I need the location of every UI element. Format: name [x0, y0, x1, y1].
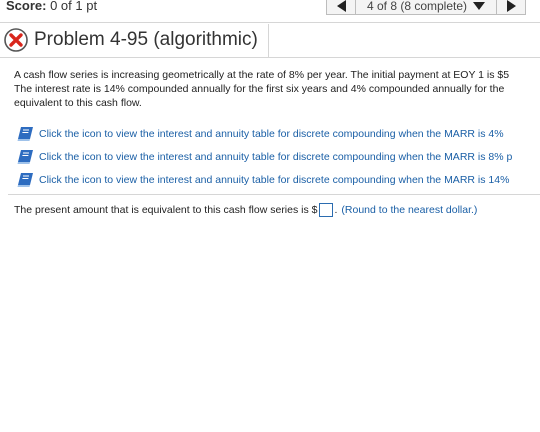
question-line: The interest rate is 14% compounded annu… — [14, 83, 505, 95]
title-divider — [0, 57, 540, 58]
incorrect-x-icon — [4, 28, 28, 52]
header-divider — [0, 22, 540, 23]
score-display: Score: 0 of 1 pt — [6, 0, 97, 13]
table-link-label[interactable]: Click the icon to view the interest and … — [39, 128, 504, 140]
table-link-marr-8[interactable]: Click the icon to view the interest and … — [16, 145, 512, 168]
answer-period: . — [334, 204, 338, 216]
book-icon[interactable] — [16, 126, 34, 142]
problem-title: Problem 4-95 (algorithmic) — [34, 29, 258, 50]
present-amount-input[interactable] — [318, 203, 333, 217]
top-bar: Score: 0 of 1 pt 4 of 8 (8 complete) — [0, 0, 540, 18]
dropdown-arrow-icon — [473, 1, 486, 10]
answer-prompt: The present amount that is equivalent to… — [14, 204, 318, 216]
book-icon[interactable] — [16, 149, 34, 165]
prev-arrow-icon — [336, 0, 346, 12]
question-navigator: 4 of 8 (8 complete) — [326, 0, 526, 17]
score-label: Score: — [6, 0, 47, 13]
answer-divider — [8, 194, 540, 195]
question-line: A cash flow series is increasing geometr… — [14, 69, 510, 81]
previous-question-button[interactable] — [326, 0, 356, 15]
question-line: equivalent to this cash flow. — [14, 97, 142, 109]
table-link-label[interactable]: Click the icon to view the interest and … — [39, 174, 509, 186]
table-link-label[interactable]: Click the icon to view the interest and … — [39, 151, 512, 163]
table-link-marr-14[interactable]: Click the icon to view the interest and … — [16, 168, 512, 191]
problem-title-row: Problem 4-95 (algorithmic) — [4, 24, 258, 56]
next-question-button[interactable] — [496, 0, 526, 15]
answer-row: The present amount that is equivalent to… — [14, 203, 477, 217]
rounding-hint: (Round to the nearest dollar.) — [341, 204, 478, 216]
title-separator — [268, 24, 269, 57]
score-value: 0 of 1 pt — [50, 0, 98, 13]
table-links: Click the icon to view the interest and … — [16, 122, 512, 191]
question-selector-dropdown[interactable]: 4 of 8 (8 complete) — [356, 0, 496, 15]
book-icon[interactable] — [16, 172, 34, 188]
next-arrow-icon — [506, 0, 516, 12]
question-progress: 4 of 8 (8 complete) — [366, 0, 468, 13]
question-text: A cash flow series is increasing geometr… — [14, 68, 540, 110]
table-link-marr-4[interactable]: Click the icon to view the interest and … — [16, 122, 512, 145]
